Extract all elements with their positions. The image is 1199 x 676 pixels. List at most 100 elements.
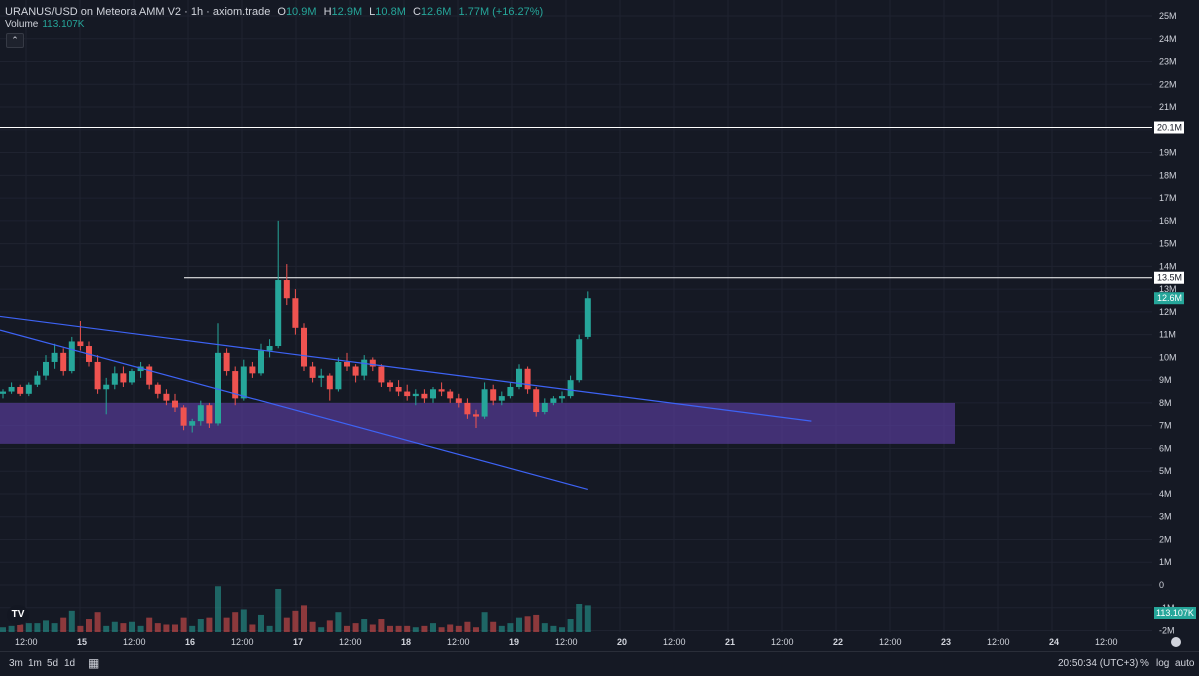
volume-bar	[550, 625, 557, 632]
candle-body	[584, 298, 591, 337]
y-axis-tick-label: 24M	[1159, 34, 1177, 44]
x-axis-tick-label: 12:00	[879, 637, 902, 647]
volume-bar	[524, 616, 531, 632]
settings-icon[interactable]	[1171, 637, 1181, 647]
candle-body	[559, 396, 565, 399]
candle-body	[576, 339, 583, 381]
candle-body	[111, 373, 118, 385]
range-button-3m[interactable]: 3m	[9, 658, 23, 669]
volume-bar	[541, 623, 548, 632]
range-button-1m[interactable]: 1m	[28, 658, 42, 669]
goto-date-icon[interactable]: ▦	[88, 656, 99, 670]
candle-body	[344, 361, 350, 367]
volume-bar	[43, 620, 49, 632]
volume-bar	[473, 627, 479, 632]
volume-bar	[352, 623, 359, 632]
volume-bar	[189, 625, 196, 632]
candle-body	[455, 398, 462, 403]
close-label: C	[412, 6, 421, 18]
candle-body	[249, 366, 256, 374]
y-axis-tick-label: 1M	[1159, 557, 1172, 567]
y-axis-tick-label: 12M	[1159, 307, 1177, 317]
candle-body	[473, 414, 479, 417]
volume-bar	[8, 625, 15, 632]
range-button-1d[interactable]: 1d	[64, 658, 75, 669]
close-value: 12.6M	[420, 6, 452, 18]
tradingview-logo-icon[interactable]: TV	[7, 605, 29, 625]
volume-bar	[387, 625, 393, 632]
x-axis-tick-label: 18	[401, 637, 411, 647]
candle-body	[17, 386, 24, 394]
price-label: 13.5M	[1157, 273, 1182, 283]
candle-body	[163, 393, 170, 401]
y-axis-tick-label: 22M	[1159, 79, 1177, 89]
volume-price-label: 113.107K	[1156, 608, 1194, 618]
y-axis-tick-label: 17M	[1159, 193, 1177, 203]
volume-bar	[17, 624, 24, 632]
volume-bar	[206, 617, 213, 632]
volume-bar	[51, 623, 58, 632]
candle-body	[309, 366, 316, 378]
volume-bar	[154, 623, 161, 632]
y-axis-tick-label: 7M	[1159, 421, 1172, 431]
candle-body	[550, 398, 557, 403]
volume-bar	[283, 617, 290, 632]
auto-toggle[interactable]: auto	[1175, 658, 1194, 669]
volume-bar	[412, 627, 419, 632]
volume-bar	[507, 623, 514, 632]
volume-bar	[369, 624, 376, 632]
volume-bar	[34, 623, 41, 632]
y-axis-tick-label: 15M	[1159, 239, 1177, 249]
y-axis-tick-label: -2M	[1159, 626, 1175, 636]
volume-bar	[584, 605, 591, 632]
volume-bar	[498, 625, 505, 632]
volume-bar	[516, 617, 522, 632]
high-value: 12.9M	[331, 6, 363, 18]
x-axis-tick-label: 23	[941, 637, 951, 647]
bottom-toolbar: 3m 1m 5d 1d ▦ 20:50:34 (UTC+3) % log aut…	[0, 651, 1199, 676]
volume-legend: Volume 113.107K	[5, 19, 84, 31]
y-axis-tick-label: 21M	[1159, 102, 1177, 112]
candlestick-chart[interactable]: 25M24M23M22M21M19M18M17M16M15M14M13M12M1…	[0, 0, 1199, 651]
x-axis-tick-label: 15	[77, 637, 87, 647]
volume-bar	[172, 624, 178, 632]
volume-bar	[301, 605, 307, 632]
candle-body	[206, 405, 213, 424]
volume-bar	[68, 610, 75, 632]
volume-bar	[223, 617, 230, 632]
y-axis-tick-label: 10M	[1159, 352, 1177, 362]
candle-body	[326, 375, 333, 390]
clock-time: 20:50:34 (UTC+3)	[1058, 658, 1139, 669]
x-axis-tick-label: 12:00	[231, 637, 254, 647]
volume-bar	[344, 625, 350, 632]
candle-body	[541, 402, 548, 413]
collapse-legend-button[interactable]: ⌃	[6, 33, 24, 48]
log-toggle[interactable]: log	[1156, 658, 1169, 669]
volume-bar	[215, 586, 221, 632]
price-label: 12.6M	[1157, 293, 1182, 303]
candle-body	[387, 382, 393, 387]
candle-body	[352, 366, 359, 376]
change-value: 1.77M (+16.27%)	[458, 6, 544, 18]
y-axis-tick-label: 18M	[1159, 170, 1177, 180]
volume-bar	[25, 623, 32, 632]
volume-bar	[77, 625, 84, 632]
candle-body	[258, 350, 264, 374]
volume-bar	[481, 612, 488, 632]
candle-body	[301, 327, 307, 367]
percent-toggle[interactable]: %	[1140, 658, 1149, 669]
y-axis-tick-label: 5M	[1159, 466, 1172, 476]
volume-bar	[335, 612, 342, 632]
candle-body	[223, 352, 230, 372]
range-button-5d[interactable]: 5d	[47, 658, 58, 669]
open-value: 10.9M	[285, 6, 317, 18]
volume-bar	[318, 627, 325, 632]
y-axis-tick-label: 14M	[1159, 261, 1177, 271]
volume-bar	[421, 625, 428, 632]
candle-body	[567, 380, 574, 397]
x-axis-tick-label: 16	[185, 637, 195, 647]
candle-body	[0, 391, 6, 394]
candle-body	[94, 361, 101, 390]
y-axis-tick-label: 11M	[1159, 330, 1176, 340]
candle-body	[430, 389, 436, 399]
